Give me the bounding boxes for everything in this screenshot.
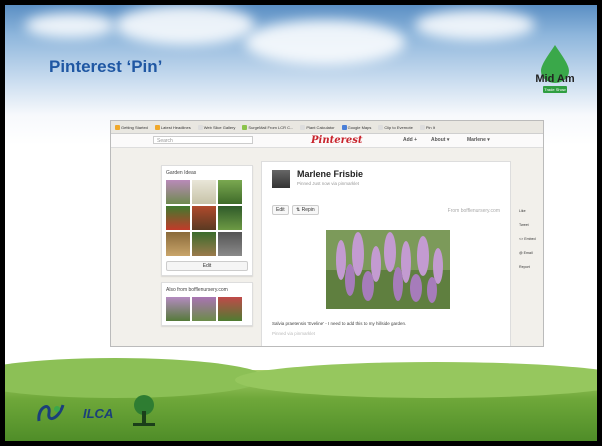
cloud [115,5,255,45]
ilca-logo: ILCA [83,405,114,421]
arbor-tree-logo-icon [133,395,156,426]
bookmark-item[interactable]: Web Slice Gallery [197,124,235,130]
cloud [415,10,535,40]
board-edit-button[interactable]: Edit [166,261,248,271]
email-button[interactable]: @ Email [519,250,541,257]
logo-subtext: Trade Show [543,86,567,93]
thumb[interactable] [166,232,190,256]
pin-user-name[interactable]: Marlene Frisbie [297,169,363,179]
pin-caption: Salvia praetensis 'Eveline' - I need to … [272,321,407,326]
embed-button[interactable]: <> Embed [519,236,541,243]
thumb[interactable] [192,180,216,204]
also-from-title[interactable]: Also from bofflenursery.com [166,287,248,293]
also-from-thumbnails [166,297,248,321]
thumb[interactable] [218,232,242,256]
bookmarks-bar: Getting Started Latest Headlines Web Sli… [111,121,543,134]
salvia-photo-icon [326,230,450,309]
hill [5,358,265,398]
bookmark-item[interactable]: Latest Headlines [154,124,191,130]
illinois-nursery-logo-icon [37,404,65,422]
bookmark-item[interactable]: Clip to Evernote [378,124,413,130]
also-from-box: Also from bofflenursery.com [161,282,253,326]
left-column: Garden Ideas Edit Also from bofflenurser… [161,165,253,332]
report-button[interactable]: Report [519,264,541,271]
cloud [245,20,405,65]
pinterest-logo[interactable]: Pinterest [311,135,362,146]
pinterest-screenshot: Getting Started Latest Headlines Web Sli… [110,120,544,347]
thumb[interactable] [218,180,242,204]
thumb[interactable] [192,206,216,230]
bookmark-item[interactable]: SurgeMail From LCR C... [242,124,293,130]
thumb[interactable] [192,232,216,256]
footer-logos: ILCA [35,393,159,427]
bookmark-item[interactable]: Google Maps [341,124,371,130]
avatar[interactable] [272,170,290,188]
bookmark-item[interactable]: Getting Started [115,124,148,130]
source-link[interactable]: From bofflenursery.com [448,208,500,214]
like-button[interactable]: Like [519,208,541,215]
thumb[interactable] [192,297,216,321]
thumb[interactable] [218,297,242,321]
board-box: Garden Ideas Edit [161,165,253,276]
board-thumbnails [166,180,248,256]
bookmark-item[interactable]: Plant Calculator [300,124,335,130]
edit-pin-button[interactable]: Edit [272,205,289,215]
tweet-button[interactable]: Tweet [519,222,541,229]
thumb[interactable] [166,297,190,321]
bookmark-item[interactable]: Pin It [419,124,435,130]
add-menu[interactable]: Add + [403,137,417,143]
thumb[interactable] [166,180,190,204]
logo-text: Mid Am [535,73,575,85]
thumb[interactable] [166,206,190,230]
thumb[interactable] [218,206,242,230]
about-menu[interactable]: About ▾ [431,137,449,143]
repin-button[interactable]: ⇅ Repin [292,205,319,215]
board-title[interactable]: Garden Ideas [166,170,248,176]
slide-title: Pinterest ‘Pin’ [49,57,163,76]
search-input[interactable]: Search [153,136,253,144]
pin-card: Marlene Frisbie Pinned Just now via pinm… [261,161,511,346]
repin-label: Repin [301,207,315,213]
user-menu[interactable]: Marlene ▾ [467,137,490,143]
pinned-meta: Pinned Just now via pinmarklet [297,181,360,186]
pinned-via: Pinned via pinmarklet [272,331,316,336]
pinterest-header: Search Pinterest Add + About ▾ Marlene ▾ [111,134,543,148]
cloud [25,13,115,38]
slide: Pinterest ‘Pin’ Mid Am Trade Show Gettin… [5,5,597,441]
pin-photo[interactable] [326,230,450,309]
midam-logo: Mid Am Trade Show [533,45,577,99]
hill [235,362,597,398]
